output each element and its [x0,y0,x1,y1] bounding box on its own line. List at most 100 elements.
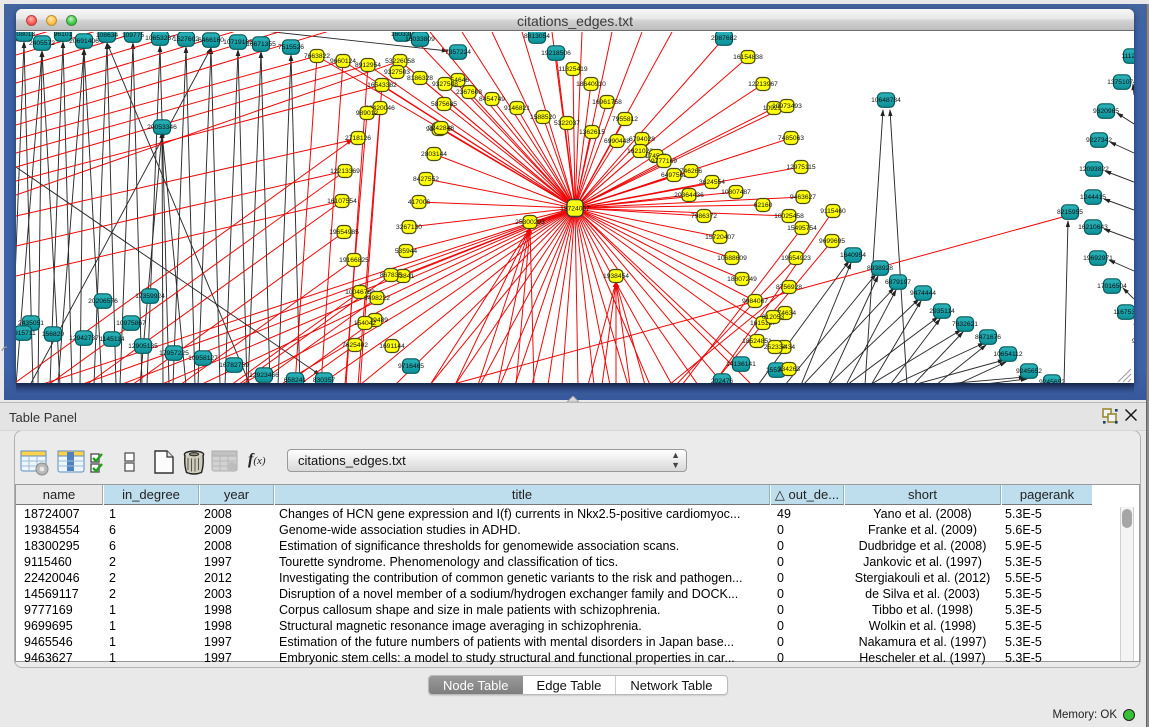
svg-text:1691144: 1691144 [379,343,405,350]
svg-text:19166825: 19166825 [339,257,369,264]
svg-text:20206576: 20206576 [88,298,118,305]
svg-text:1362615: 1362615 [579,129,605,136]
svg-text:1145114: 1145114 [99,336,124,343]
svg-text:7663822: 7663822 [304,53,330,60]
svg-text:2718126: 2718126 [345,135,371,142]
svg-text:7485063: 7485063 [778,135,804,142]
svg-text:8813054: 8813054 [524,33,550,40]
svg-text:9463627: 9463627 [790,194,816,201]
svg-text:5875685: 5875685 [431,101,457,108]
svg-text:9699695: 9699695 [819,238,845,245]
svg-text:8427552: 8427552 [413,176,439,183]
svg-text:989012: 989012 [356,110,379,117]
svg-text:11325419: 11325419 [558,66,588,73]
svg-text:7986372: 7986372 [691,213,717,220]
svg-text:10958127: 10958127 [188,355,218,362]
svg-text:12093822: 12093822 [1079,166,1109,173]
svg-text:417006: 417006 [408,199,431,206]
svg-text:867835: 867835 [380,272,403,279]
svg-text:16782759: 16782759 [219,362,249,369]
svg-text:6879197: 6879197 [885,279,911,286]
svg-text:10688609: 10688609 [717,255,747,262]
svg-text:156829: 156829 [42,331,65,338]
svg-text:15720407: 15720407 [705,234,735,241]
svg-text:53226058: 53226058 [385,58,415,65]
svg-text:9146821: 9146821 [504,105,530,112]
svg-text:19654923: 19654923 [781,255,811,262]
svg-text:9660124: 9660124 [330,58,356,65]
svg-text:9084067: 9084067 [742,298,768,305]
svg-text:12942737: 12942737 [69,335,99,342]
svg-text:12213369: 12213369 [330,168,360,175]
svg-text:12213967: 12213967 [748,81,778,88]
svg-text:1588520: 1588520 [530,114,556,121]
svg-text:746266: 746266 [680,168,703,175]
svg-text:19654985: 19654985 [329,229,359,236]
svg-text:8471676: 8471676 [975,334,1001,341]
svg-text:9498222: 9498222 [364,295,390,302]
svg-text:16543382: 16543382 [367,82,397,89]
svg-text:8215955: 8215955 [1057,209,1083,216]
svg-text:20364436: 20364436 [674,192,704,199]
svg-text:1640954: 1640954 [840,252,866,259]
svg-text:18807249: 18807249 [727,276,757,283]
svg-text:9227342: 9227342 [1086,137,1112,144]
svg-text:10648784: 10648784 [871,97,901,104]
svg-text:6794028: 6794028 [629,136,655,143]
svg-text:2087682: 2087682 [711,35,737,42]
svg-text:2367608: 2367608 [456,89,482,96]
svg-text:924502: 924502 [1132,338,1134,345]
svg-text:16033809: 16033809 [405,36,435,43]
svg-text:20053346: 20053346 [147,124,177,131]
svg-text:12975115: 12975115 [786,164,816,171]
svg-text:7955812: 7955812 [612,116,638,123]
svg-text:5322037: 5322037 [554,120,580,127]
svg-text:6990448: 6990448 [604,138,630,145]
svg-text:334263: 334263 [778,366,801,373]
svg-text:25300293: 25300293 [515,219,545,226]
svg-text:14136141: 14136141 [726,361,756,368]
svg-text:208013: 208013 [16,32,35,38]
svg-text:12905135: 12905135 [128,343,158,350]
svg-text:10025458: 10025458 [774,213,804,220]
svg-text:9242848: 9242848 [428,125,454,132]
svg-text:10807487: 10807487 [721,189,751,196]
svg-text:19218506: 19218506 [541,50,571,57]
svg-text:13751074: 13751074 [1107,79,1134,86]
svg-text:3267130: 3267130 [396,224,422,231]
svg-text:8454749: 8454749 [479,96,505,103]
svg-text:6466160: 6466160 [198,37,224,44]
svg-text:19692971: 19692971 [1083,255,1113,262]
svg-text:7515526: 7515526 [278,44,304,51]
svg-text:7357224: 7357224 [445,49,471,56]
svg-text:16961758: 16961758 [592,99,622,106]
svg-text:18640910: 18640910 [576,81,606,88]
svg-text:535944: 535944 [395,248,418,255]
svg-text:8756928: 8756928 [776,284,802,291]
svg-text:8912954: 8912954 [355,62,381,69]
svg-text:62160: 62160 [754,202,773,209]
svg-text:10654112: 10654112 [993,351,1023,358]
svg-text:17016504: 17016504 [1097,283,1127,290]
svg-text:9320965: 9320965 [1093,108,1119,115]
svg-text:9245652: 9245652 [1016,368,1042,375]
svg-text:2935114: 2935114 [929,308,955,315]
svg-text:16107554: 16107554 [327,198,357,205]
svg-text:1938454: 1938454 [603,273,629,280]
svg-text:7625402: 7625402 [342,342,368,349]
svg-text:16154838: 16154838 [733,54,763,61]
svg-text:2803144: 2803144 [421,151,447,158]
svg-text:3624554: 3624554 [699,179,725,186]
svg-text:20691406: 20691406 [69,38,99,45]
svg-text:1167534: 1167534 [1113,309,1134,316]
svg-text:18724007: 18724007 [560,206,590,213]
svg-text:8186328: 8186328 [407,75,433,82]
svg-text:10973493: 10973493 [772,103,802,110]
svg-text:1244415: 1244415 [1080,194,1106,201]
svg-text:7632621: 7632621 [952,321,978,328]
svg-text:252334: 252334 [764,344,787,351]
svg-text:9327508: 9327508 [432,81,458,88]
svg-text:108634: 108634 [96,32,119,39]
svg-text:9777169: 9777169 [651,158,677,165]
svg-text:15495754: 15495754 [787,225,817,232]
